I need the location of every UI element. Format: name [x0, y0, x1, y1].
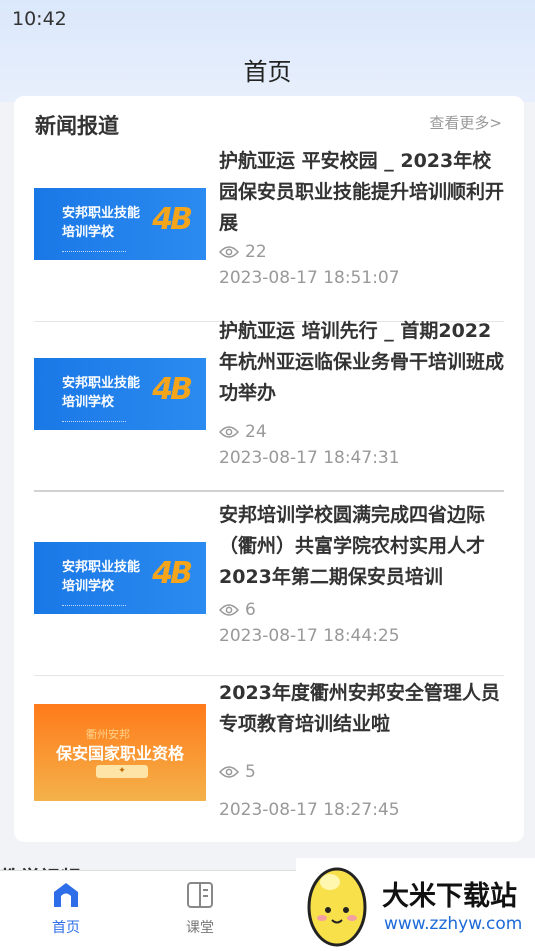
news-card: 新闻报道 查看更多> 安邦职业技能 培训学校 4B 护航亚运 平安校园 _ 20…: [14, 96, 524, 842]
news-item[interactable]: 安邦职业技能 培训学校 4B 护航亚运 平安校园 _ 2023年校园保安员职业技…: [34, 146, 504, 322]
news-item[interactable]: 衢州安邦 保安国家职业资格 ✦ 2023年度衢州安邦安全管理人员专项教育培训结业…: [34, 678, 504, 828]
view-count: 5: [219, 762, 256, 782]
thumbnail-text: 保安国家职业资格: [55, 744, 184, 763]
tab-label: 课堂: [186, 920, 214, 936]
news-title: 护航亚运 培训先行 _ 首期2022年杭州亚运临保业务骨干培训班成功举办: [219, 320, 505, 404]
tab-label: 首页: [52, 920, 80, 936]
eye-icon: [219, 245, 239, 259]
thumbnail-text: 培训学校: [62, 395, 115, 410]
thumbnail-decoration: [62, 421, 126, 424]
school-logo-icon: 4B: [152, 372, 193, 407]
status-time: 10:42: [12, 8, 67, 30]
page-title: 首页: [243, 58, 292, 86]
eye-icon: [219, 425, 239, 439]
news-title: 安邦培训学校圆满完成四省边际（衢州）共富学院农村实用人才2023年第二期保安员培…: [219, 504, 486, 588]
home-icon: [36, 881, 96, 913]
see-more-link[interactable]: 查看更多>: [429, 112, 502, 133]
tab-home[interactable]: 首页: [36, 881, 96, 937]
header: 10:42 首页: [0, 0, 535, 102]
news-title: 护航亚运 平安校园 _ 2023年校园保安员职业技能提升培训顺利开展: [219, 150, 505, 234]
view-count-value: 24: [245, 422, 267, 442]
thumbnail-decoration: [62, 605, 126, 608]
news-thumbnail: 安邦职业技能 培训学校 4B: [34, 542, 206, 614]
news-item[interactable]: 安邦职业技能 培训学校 4B 护航亚运 培训先行 _ 首期2022年杭州亚运临保…: [34, 316, 504, 492]
news-date: 2023-08-17 18:51:07: [219, 268, 400, 288]
news-thumbnail: 安邦职业技能 培训学校 4B: [34, 358, 206, 430]
news-date: 2023-08-17 18:27:45: [219, 800, 400, 820]
thumbnail-decoration: [62, 251, 126, 254]
eye-icon: [219, 603, 239, 617]
thumbnail-badge: ✦: [96, 765, 148, 778]
view-count-value: 22: [245, 242, 267, 262]
book-icon: [170, 881, 230, 913]
tab-class[interactable]: 课堂: [170, 881, 230, 937]
view-count: 22: [219, 242, 267, 262]
news-thumbnail: 安邦职业技能 培训学校 4B: [34, 188, 206, 260]
eye-icon: [219, 765, 239, 779]
view-count-value: 6: [245, 600, 256, 620]
rice-mascot-icon: [307, 867, 367, 947]
thumbnail-text: 安邦职业技能: [62, 560, 141, 575]
news-title: 2023年度衢州安邦安全管理人员专项教育培训结业啦: [219, 682, 500, 735]
school-logo-icon: 4B: [152, 556, 193, 591]
thumbnail-text: 安邦职业技能: [62, 376, 141, 391]
view-count: 6: [219, 600, 256, 620]
view-count-value: 5: [245, 762, 256, 782]
watermark-title: 大米下载站: [382, 881, 517, 912]
news-date: 2023-08-17 18:47:31: [219, 448, 400, 468]
thumbnail-text: 安邦职业技能: [62, 206, 141, 221]
thumbnail-text: 培训学校: [62, 579, 115, 594]
section-title: 新闻报道: [35, 114, 119, 138]
news-date: 2023-08-17 18:44:25: [219, 626, 400, 646]
thumbnail-text: 培训学校: [62, 225, 115, 240]
news-thumbnail: 衢州安邦 保安国家职业资格 ✦: [34, 704, 206, 801]
watermark-url: www.zzhyw.com: [384, 914, 523, 934]
view-count: 24: [219, 422, 267, 442]
school-logo-icon: 4B: [152, 202, 193, 237]
news-item[interactable]: 安邦职业技能 培训学校 4B 安邦培训学校圆满完成四省边际（衢州）共富学院农村实…: [34, 500, 504, 676]
watermark: 大米下载站 www.zzhyw.com: [296, 858, 535, 951]
